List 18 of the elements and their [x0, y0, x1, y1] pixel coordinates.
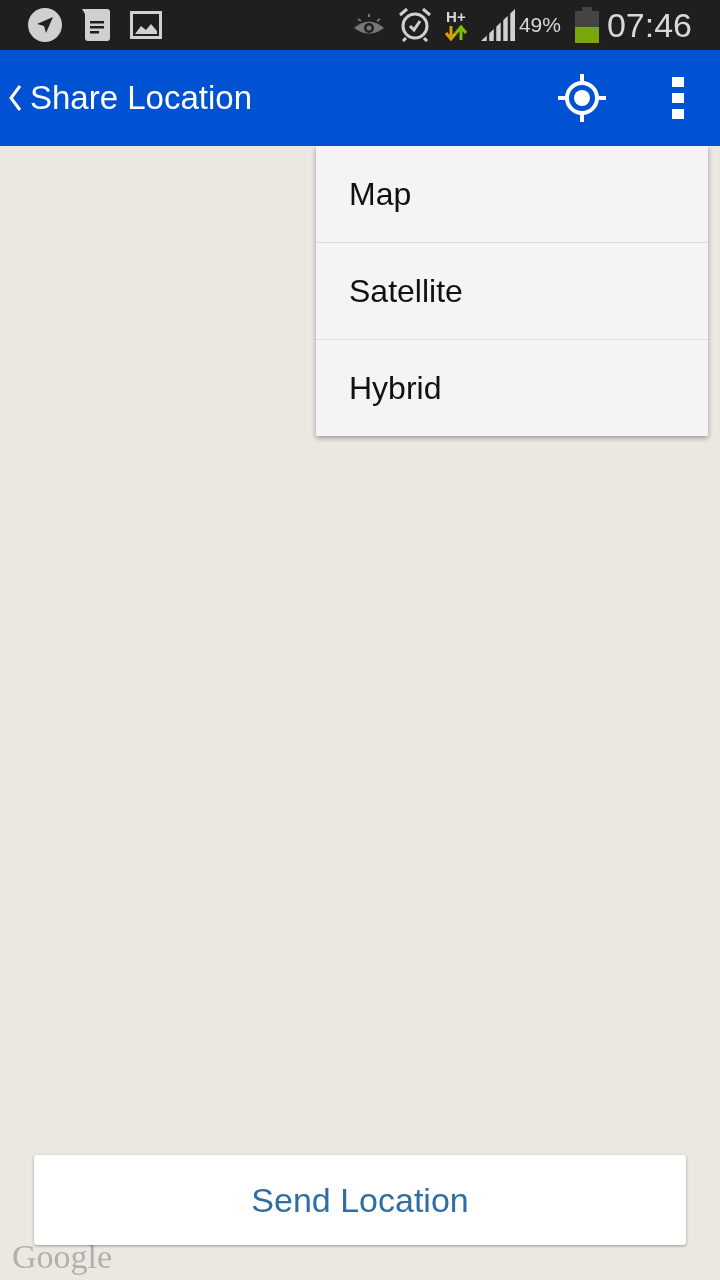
navigation-icon [28, 8, 62, 42]
back-chevron-icon[interactable] [8, 84, 22, 112]
battery-icon [574, 7, 599, 43]
signal-icon [480, 9, 515, 41]
alarm-clock-icon [398, 8, 431, 42]
image-icon [130, 11, 162, 39]
network-type-text: H+ [446, 9, 466, 25]
menu-item[interactable]: Satellite [316, 243, 708, 340]
my-location-icon[interactable] [558, 74, 606, 122]
overflow-menu-icon[interactable] [672, 77, 684, 119]
clock-time: 07:46 [606, 5, 692, 45]
screen-title: Share Location [30, 79, 252, 117]
menu-item[interactable]: Map [316, 146, 708, 243]
note-icon [82, 9, 110, 41]
send-location-button[interactable]: Send Location [34, 1155, 686, 1245]
menu-item[interactable]: Hybrid [316, 340, 708, 436]
battery-percent: 49% [518, 13, 561, 37]
data-arrows-icon [444, 25, 467, 41]
